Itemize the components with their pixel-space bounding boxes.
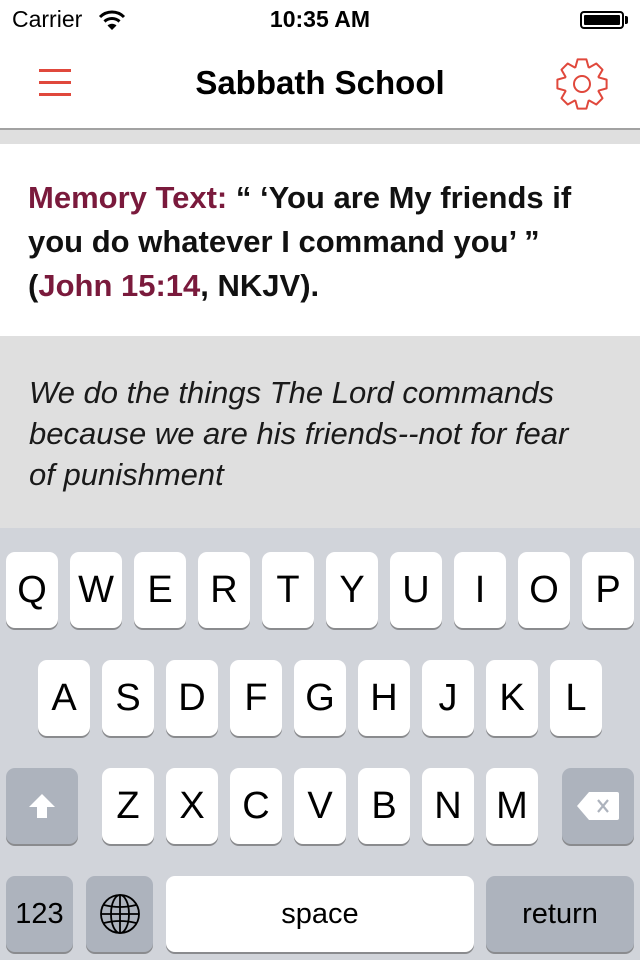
key-k[interactable]: K <box>486 660 538 736</box>
key-n[interactable]: N <box>422 768 474 844</box>
key-u[interactable]: U <box>390 552 442 628</box>
key-b[interactable]: B <box>358 768 410 844</box>
note-text-input[interactable]: We do the things The Lord commands becau… <box>29 372 589 495</box>
backspace-icon <box>577 792 619 820</box>
note-section[interactable]: We do the things The Lord commands becau… <box>0 336 640 528</box>
delete-key[interactable] <box>562 768 634 844</box>
battery-icon <box>580 11 624 29</box>
status-bar: Carrier 10:35 AM <box>0 0 640 40</box>
key-a[interactable]: A <box>38 660 90 736</box>
key-z[interactable]: Z <box>102 768 154 844</box>
section-separator <box>0 130 640 144</box>
navigation-bar: Sabbath School <box>0 40 640 130</box>
clock: 10:35 AM <box>269 6 371 32</box>
key-d[interactable]: D <box>166 660 218 736</box>
key-m[interactable]: M <box>486 768 538 844</box>
key-c[interactable]: C <box>230 768 282 844</box>
key-g[interactable]: G <box>294 660 346 736</box>
key-l[interactable]: L <box>550 660 602 736</box>
memory-text-label: Memory Text: <box>28 180 228 215</box>
key-p[interactable]: P <box>582 552 634 628</box>
verse-version: , NKJV). <box>200 268 320 303</box>
key-j[interactable]: J <box>422 660 474 736</box>
globe-key[interactable] <box>86 876 153 952</box>
key-t[interactable]: T <box>262 552 314 628</box>
gear-icon <box>556 58 608 110</box>
key-y[interactable]: Y <box>326 552 378 628</box>
key-r[interactable]: R <box>198 552 250 628</box>
key-i[interactable]: I <box>454 552 506 628</box>
return-key[interactable]: return <box>486 876 634 952</box>
key-h[interactable]: H <box>358 660 410 736</box>
page-title: Sabbath School <box>195 64 445 101</box>
keyboard: QWERTYUIOP ASDFGHJKL ZXCVBNM 123 space r… <box>0 528 640 960</box>
numbers-key[interactable]: 123 <box>6 876 73 952</box>
key-s[interactable]: S <box>102 660 154 736</box>
shift-arrow-icon <box>29 794 55 818</box>
memory-text: Memory Text: “ ‘You are My friends if yo… <box>28 176 618 308</box>
memory-text-section: Memory Text: “ ‘You are My friends if yo… <box>0 144 640 336</box>
shift-key[interactable] <box>6 768 78 844</box>
key-o[interactable]: O <box>518 552 570 628</box>
globe-icon <box>99 894 140 934</box>
space-key[interactable]: space <box>166 876 474 952</box>
key-e[interactable]: E <box>134 552 186 628</box>
key-x[interactable]: X <box>166 768 218 844</box>
settings-button[interactable] <box>552 54 612 114</box>
key-q[interactable]: Q <box>6 552 58 628</box>
battery-tip <box>625 16 628 24</box>
verse-reference-link[interactable]: John 15:14 <box>38 268 200 303</box>
key-w[interactable]: W <box>70 552 122 628</box>
key-v[interactable]: V <box>294 768 346 844</box>
key-f[interactable]: F <box>230 660 282 736</box>
